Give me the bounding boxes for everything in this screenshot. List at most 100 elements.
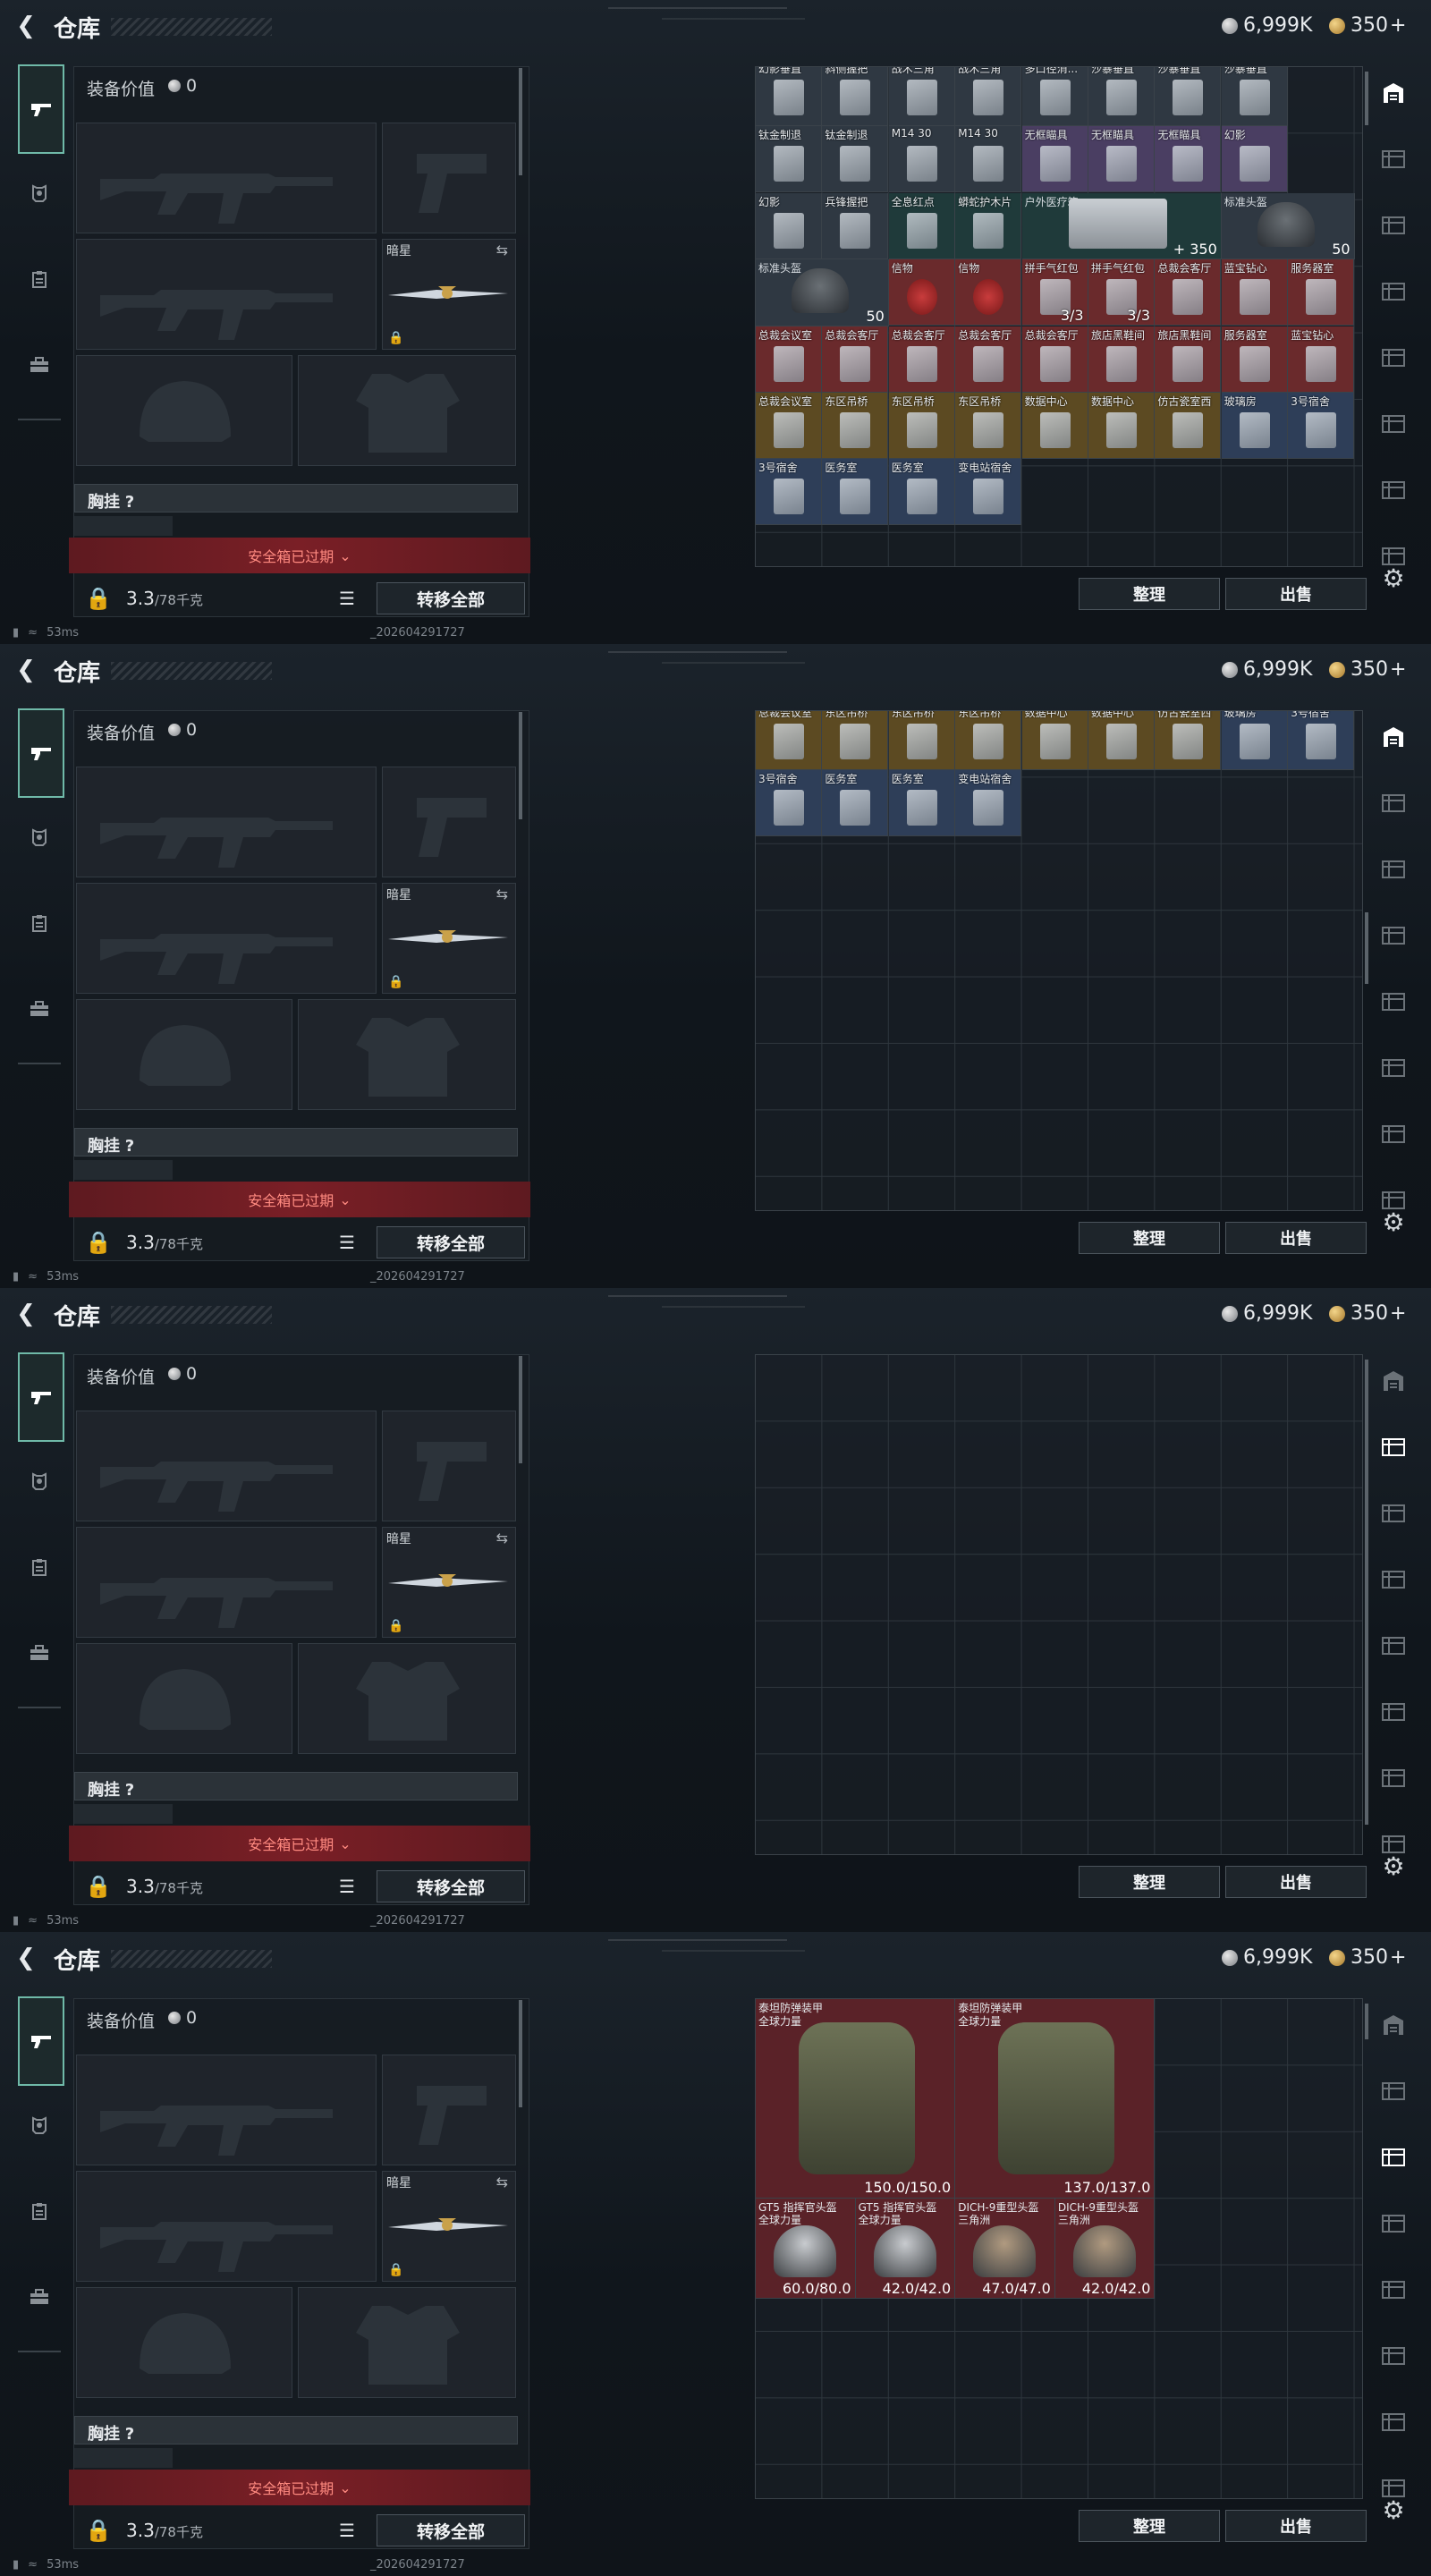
stash-item[interactable]: 钛金制退 xyxy=(822,126,889,193)
pistol-slot[interactable] xyxy=(382,1411,516,1521)
stash-item[interactable]: 医务室 xyxy=(822,459,889,526)
stash-scrollbar[interactable] xyxy=(1365,2004,1368,2039)
secondary-weapon-slot[interactable] xyxy=(76,883,377,994)
stash-item-helmet[interactable]: 标准头盔 50 xyxy=(1221,192,1355,260)
stash-item[interactable]: 总裁会客厅 xyxy=(1021,326,1088,393)
secondary-weapon-slot[interactable] xyxy=(76,2171,377,2282)
stash-item[interactable]: 东区吊桥 xyxy=(822,393,889,459)
nav-weapon-icon[interactable] xyxy=(18,1352,64,1442)
nav-clipboard-icon[interactable] xyxy=(18,2190,61,2233)
add-currency-icon[interactable]: + xyxy=(1390,658,1406,681)
sell-button[interactable]: 出售 xyxy=(1225,578,1367,610)
back-arrow-icon[interactable]: ❮ xyxy=(13,1945,39,1971)
armor-box-icon[interactable] xyxy=(1374,1496,1413,1531)
stash-item-medkit[interactable]: 户外医疗箱 + 350 xyxy=(1021,192,1222,260)
stash-item[interactable]: 总裁会客厅 xyxy=(888,326,955,393)
stash-item[interactable]: 医务室 xyxy=(822,770,889,837)
add-currency-icon[interactable]: + xyxy=(1390,14,1406,37)
gold-currency[interactable]: 350 + xyxy=(1329,658,1406,681)
stash-item[interactable]: 多口径消... xyxy=(1021,67,1088,126)
stash-item[interactable]: 医务室 xyxy=(888,770,955,837)
stash-item[interactable]: 全息红点 xyxy=(888,192,955,259)
chest-rig-slot[interactable] xyxy=(74,1160,173,1180)
helmet-slot[interactable] xyxy=(76,999,292,1110)
stash-item-helmet[interactable]: DICH-9重型头盔 三角洲 47.0/47.0 xyxy=(955,2199,1055,2299)
nav-armor-icon[interactable] xyxy=(18,172,61,215)
chest-rig-slot[interactable] xyxy=(74,2448,173,2468)
stash-item[interactable]: 东区吊桥 xyxy=(955,393,1022,459)
nav-armor-icon[interactable] xyxy=(18,816,61,859)
secure-case-expired-banner[interactable]: 安全箱已过期 ⌄ xyxy=(69,1182,530,1217)
storage-icon[interactable] xyxy=(1374,75,1413,111)
list-icon[interactable]: ☰ xyxy=(335,2520,359,2543)
grid-box-icon[interactable] xyxy=(1374,2404,1413,2440)
nav-briefcase-icon[interactable] xyxy=(18,987,61,1030)
stash-item[interactable]: 3号宿舍 xyxy=(1288,393,1355,459)
armor-slot[interactable] xyxy=(298,2287,516,2398)
equipment-box-icon[interactable] xyxy=(1374,1429,1413,1465)
helmet-slot[interactable] xyxy=(76,2287,292,2398)
sort-button[interactable]: 整理 xyxy=(1079,1222,1220,1254)
stash-item[interactable]: 变电站宿舍 xyxy=(955,770,1022,837)
equipment-box-icon[interactable] xyxy=(1374,2073,1413,2109)
chest-rig-row[interactable]: 胸挂 ? xyxy=(74,484,518,513)
nav-clipboard-icon[interactable] xyxy=(18,258,61,301)
stash-item-armor[interactable]: 泰坦防弹装甲 全球力量 150.0/150.0 xyxy=(756,1999,956,2199)
grid-box-icon[interactable] xyxy=(1374,1628,1413,1664)
gold-currency[interactable]: 350 + xyxy=(1329,1946,1406,1969)
sell-button[interactable]: 出售 xyxy=(1225,2510,1367,2542)
grid-box-icon[interactable] xyxy=(1374,2272,1413,2308)
stash-item[interactable]: 沙暴垂直 xyxy=(1088,67,1155,126)
stash-item[interactable]: 服务器室 xyxy=(1221,326,1288,393)
list-icon[interactable]: ☰ xyxy=(335,1876,359,1899)
grid-box-icon[interactable] xyxy=(1374,1050,1413,1086)
armor-slot[interactable] xyxy=(298,999,516,1110)
loadout-scrollbar[interactable] xyxy=(519,2000,522,2107)
stash-item[interactable]: 医务室 xyxy=(888,459,955,526)
back-arrow-icon[interactable]: ❮ xyxy=(13,657,39,683)
stash-item[interactable]: 沙暴垂直 xyxy=(1221,67,1288,126)
stash-item[interactable]: 数据中心 xyxy=(1021,711,1088,770)
back-arrow-icon[interactable]: ❮ xyxy=(13,13,39,39)
stash-item[interactable]: 拼手气红包 3/3 xyxy=(1021,259,1088,326)
transfer-all-button[interactable]: 转移全部 xyxy=(377,1226,525,1258)
secure-case-expired-banner[interactable]: 安全箱已过期 ⌄ xyxy=(69,1826,530,1861)
gold-currency[interactable]: 350 + xyxy=(1329,1302,1406,1325)
stash-item[interactable]: 无框瞄具 xyxy=(1021,126,1088,193)
helmet-slot[interactable] xyxy=(76,355,292,466)
stash-item[interactable]: 旅店黑鞋间 xyxy=(1155,326,1222,393)
stash-scrollbar[interactable] xyxy=(1365,72,1368,125)
loadout-scrollbar[interactable] xyxy=(519,68,522,175)
chest-rig-slot[interactable] xyxy=(74,1804,173,1824)
stash-item[interactable]: 玻璃房 xyxy=(1221,393,1288,459)
stash-grid[interactable]: 总裁会议室 东区吊桥 东区吊桥 东区吊桥 数据中心 数据中心 仿古瓷室西 玻璃房 3号宿舍 3号宿… xyxy=(755,710,1363,1211)
list-icon[interactable]: ☰ xyxy=(335,588,359,611)
stash-grid[interactable]: 幻影垂直 斜侧握把 战术三角 战术三角 多口径消... 沙暴垂直 沙暴垂直 沙暴垂直 钛金制退 钛… xyxy=(755,66,1363,567)
helmet-slot[interactable] xyxy=(76,1643,292,1754)
pistol-slot[interactable] xyxy=(382,123,516,233)
stash-item[interactable]: 总裁会客厅 xyxy=(955,326,1022,393)
stash-item[interactable]: 蓝宝钻心 xyxy=(1288,326,1355,393)
equipment-box-icon[interactable] xyxy=(1374,141,1413,177)
melee-slot[interactable]: 暗星 ⇆ 🔒 xyxy=(382,239,516,350)
storage-icon[interactable] xyxy=(1374,1363,1413,1399)
stash-item[interactable]: 东区吊桥 xyxy=(888,393,955,459)
secondary-weapon-slot[interactable] xyxy=(76,1527,377,1638)
loadout-scrollbar[interactable] xyxy=(519,712,522,819)
loadout-scrollbar[interactable] xyxy=(519,1356,522,1463)
stash-item[interactable]: 仿古瓷室西 xyxy=(1155,393,1222,459)
primary-weapon-slot[interactable] xyxy=(76,2055,377,2165)
back-arrow-icon[interactable]: ❮ xyxy=(13,1301,39,1327)
chest-rig-slot[interactable] xyxy=(74,516,173,536)
stash-item[interactable]: 旅店黑鞋间 xyxy=(1088,326,1155,393)
stash-item[interactable]: 信物 xyxy=(888,259,955,326)
storage-icon[interactable] xyxy=(1374,2007,1413,2043)
nav-armor-icon[interactable] xyxy=(18,2104,61,2147)
stash-item[interactable]: 玻璃房 xyxy=(1221,711,1288,770)
chest-rig-row[interactable]: 胸挂 ? xyxy=(74,2416,518,2445)
sort-button[interactable]: 整理 xyxy=(1079,1866,1220,1898)
nav-briefcase-icon[interactable] xyxy=(18,343,61,386)
pistol-slot[interactable] xyxy=(382,2055,516,2165)
container-icon[interactable] xyxy=(1374,918,1413,953)
stash-item[interactable]: 数据中心 xyxy=(1088,393,1155,459)
